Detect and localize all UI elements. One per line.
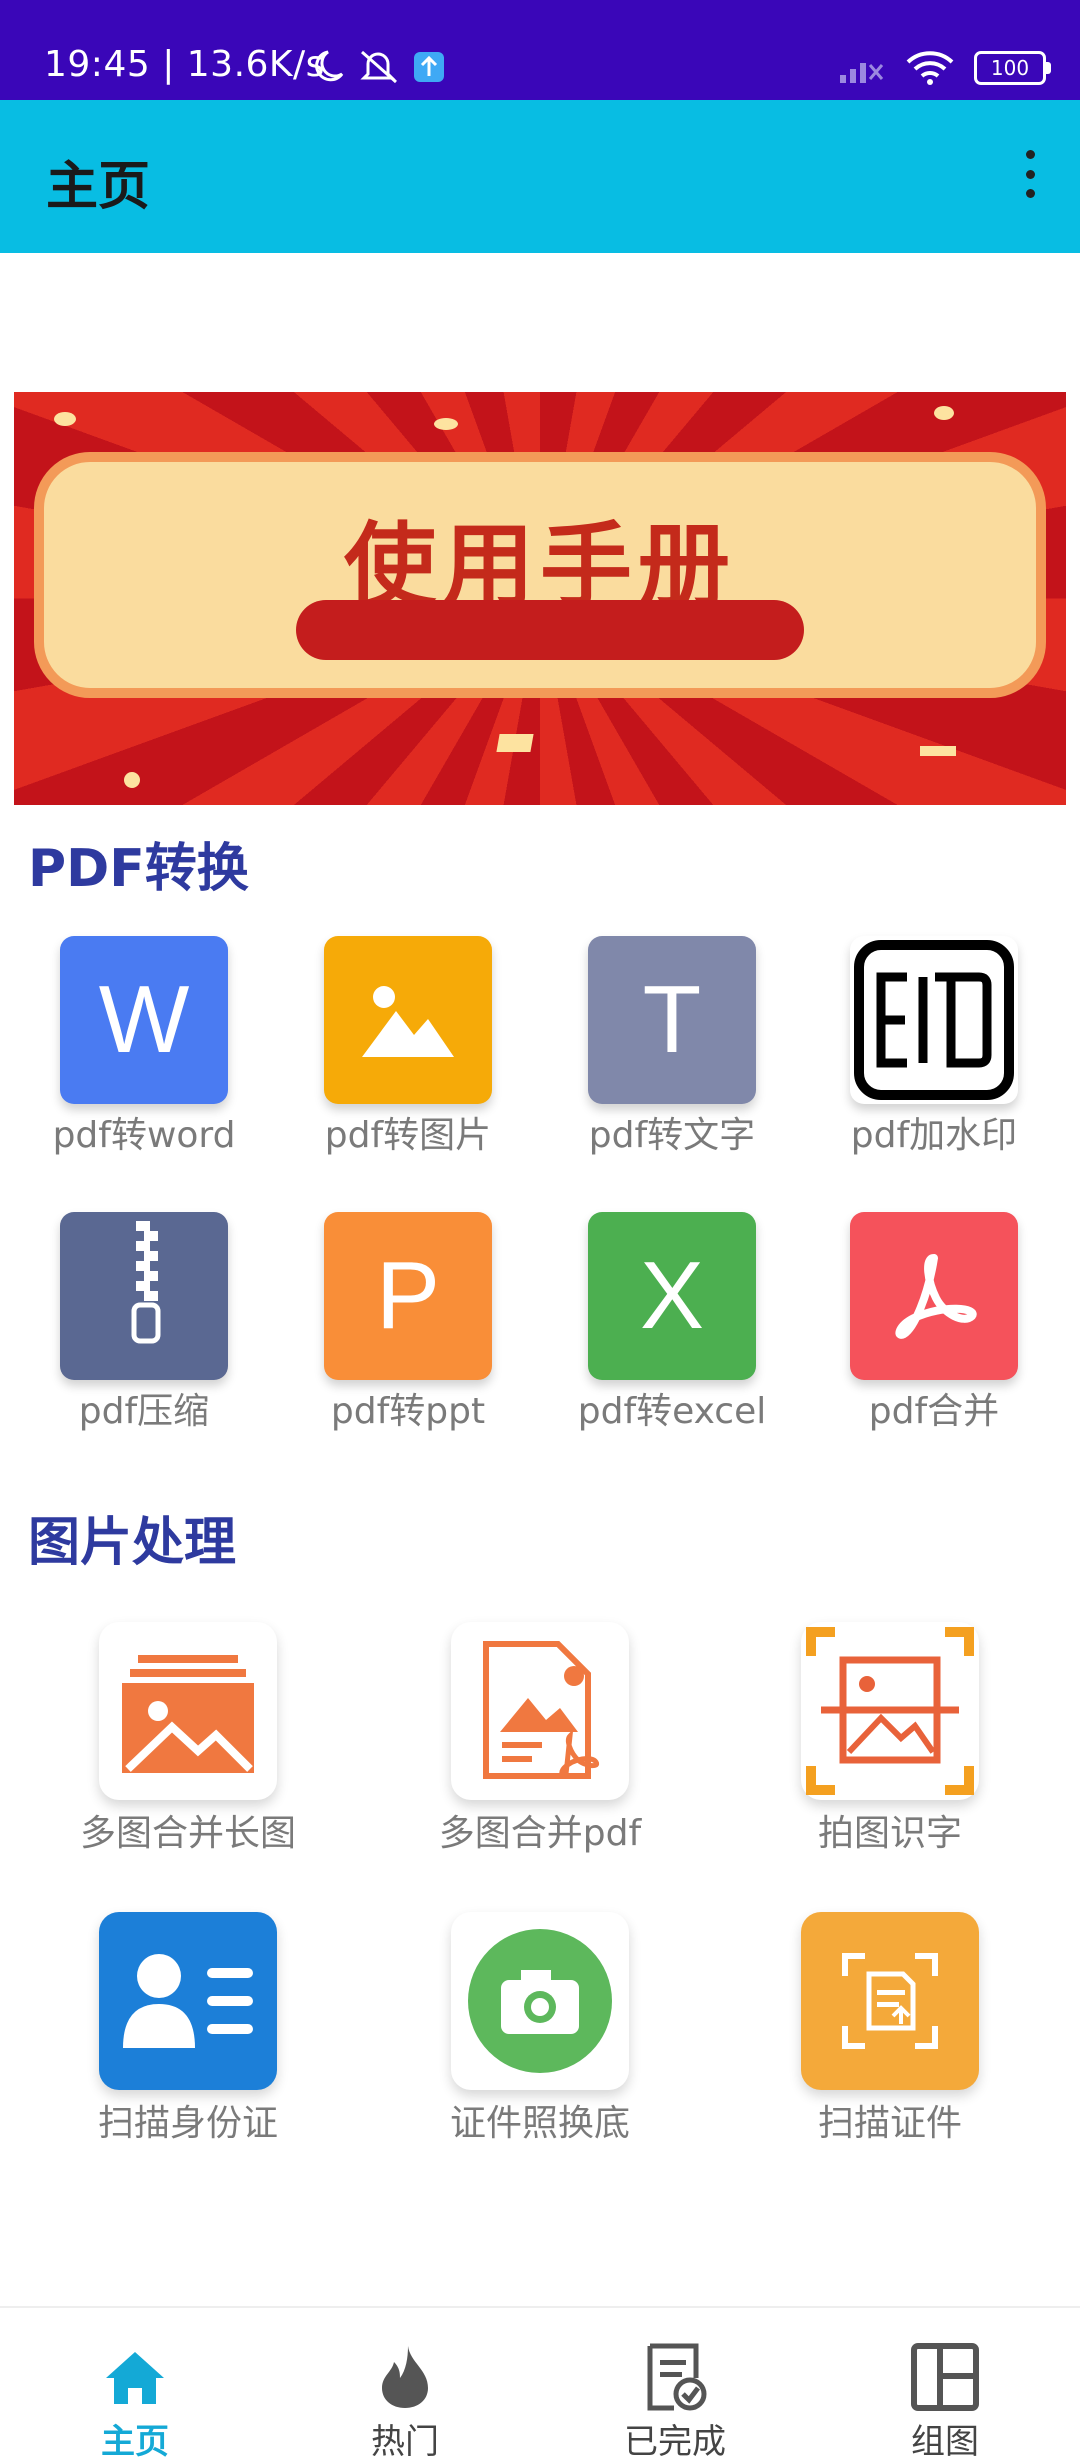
tool-label: pdf压缩 bbox=[78, 1391, 210, 1432]
section-title-image: 图片处理 bbox=[28, 1513, 237, 1573]
tool-pdf-watermark[interactable]: pdf加水印 bbox=[814, 936, 1054, 1158]
tool-label: pdf转excel bbox=[577, 1391, 767, 1432]
tool-label: 扫描证件 bbox=[817, 2103, 962, 2144]
tool-pdf-to-excel[interactable]: X pdf转excel bbox=[552, 1212, 792, 1434]
tool-pdf-compress[interactable]: pdf压缩 bbox=[24, 1212, 264, 1434]
tool-merge-long-image[interactable]: 多图合并长图 bbox=[18, 1622, 358, 1856]
tool-label: pdf加水印 bbox=[850, 1115, 1018, 1156]
tool-merge-images-pdf[interactable]: 多图合并pdf bbox=[370, 1622, 710, 1856]
tool-pdf-to-image[interactable]: pdf转图片 bbox=[288, 936, 528, 1158]
moon-bell-upload-icons bbox=[315, 50, 444, 84]
text-icon: T bbox=[588, 936, 756, 1104]
acrobat-icon bbox=[850, 1212, 1018, 1380]
home-icon bbox=[100, 2342, 170, 2412]
tool-photo-ocr[interactable]: 拍图识字 bbox=[720, 1622, 1060, 1856]
status-right-icons: 100 bbox=[838, 50, 1051, 86]
status-left-icons bbox=[310, 46, 450, 90]
tool-scan-document[interactable]: 扫描证件 bbox=[720, 1912, 1060, 2146]
tool-pdf-to-word[interactable]: W pdf转word bbox=[24, 936, 264, 1158]
ppt-icon: P bbox=[324, 1212, 492, 1380]
flame-icon bbox=[370, 2342, 440, 2412]
scan-image-icon bbox=[801, 1622, 979, 1800]
image-icon bbox=[324, 936, 492, 1104]
tool-label: pdf转文字 bbox=[588, 1115, 756, 1156]
nav-item-completed[interactable]: 已完成 bbox=[540, 2308, 810, 2462]
user-manual-banner[interactable]: 使用手册 bbox=[14, 392, 1066, 805]
tool-label: pdf合并 bbox=[868, 1391, 1000, 1432]
tool-pdf-to-ppt[interactable]: P pdf转ppt bbox=[288, 1212, 528, 1434]
completed-doc-icon bbox=[640, 2342, 710, 2412]
nav-label: 已完成 bbox=[624, 2422, 726, 2462]
nav-label: 主页 bbox=[101, 2422, 169, 2462]
wifi-icon bbox=[906, 51, 954, 85]
tool-pdf-merge[interactable]: pdf合并 bbox=[814, 1212, 1054, 1434]
nav-label: 组图 bbox=[911, 2422, 979, 2462]
tool-label: pdf转word bbox=[52, 1115, 236, 1156]
stacked-images-icon bbox=[99, 1622, 277, 1800]
banner-pill bbox=[296, 600, 804, 660]
battery-icon: 100 bbox=[974, 51, 1051, 85]
signal-icon bbox=[840, 63, 884, 83]
tool-scan-id-card[interactable]: 扫描身份证 bbox=[18, 1912, 358, 2146]
tool-pdf-to-text[interactable]: T pdf转文字 bbox=[552, 936, 792, 1158]
excel-icon: X bbox=[588, 1212, 756, 1380]
scan-document-icon bbox=[801, 1912, 979, 2090]
nav-item-home[interactable]: 主页 bbox=[0, 2308, 270, 2462]
tool-label: 证件照换底 bbox=[449, 2103, 630, 2144]
image-to-pdf-icon bbox=[451, 1622, 629, 1800]
tool-label: 多图合并长图 bbox=[79, 1813, 296, 1854]
nav-label: 热门 bbox=[371, 2422, 439, 2462]
nav-item-hot[interactable]: 热门 bbox=[270, 2308, 540, 2462]
tool-label: 多图合并pdf bbox=[438, 1813, 642, 1854]
grid-layout-icon bbox=[910, 2342, 980, 2412]
tool-label: 扫描身份证 bbox=[97, 2103, 278, 2144]
bottom-navigation: 主页 热门 已完成 组图 bbox=[0, 2306, 1080, 2462]
status-time-speed: 19:45 | 13.6K/s bbox=[44, 44, 325, 85]
banner-card: 使用手册 bbox=[34, 452, 1046, 698]
app-bar: 主页 bbox=[0, 100, 1080, 253]
word-icon: W bbox=[60, 936, 228, 1104]
more-options-icon[interactable] bbox=[1010, 144, 1050, 204]
tool-id-photo-background[interactable]: 证件照换底 bbox=[370, 1912, 710, 2146]
section-title-pdf: PDF转换 bbox=[28, 839, 249, 899]
id-card-icon bbox=[99, 1912, 277, 2090]
zip-icon bbox=[60, 1212, 228, 1380]
tool-label: pdf转图片 bbox=[324, 1115, 492, 1156]
tool-label: pdf转ppt bbox=[330, 1391, 486, 1432]
camera-icon bbox=[451, 1912, 629, 2090]
status-bar: 19:45 | 13.6K/s 100 bbox=[0, 0, 1080, 100]
stamp-icon bbox=[850, 936, 1018, 1104]
tool-label: 拍图识字 bbox=[817, 1813, 962, 1854]
page-title: 主页 bbox=[46, 157, 151, 217]
nav-item-collage[interactable]: 组图 bbox=[810, 2308, 1080, 2462]
